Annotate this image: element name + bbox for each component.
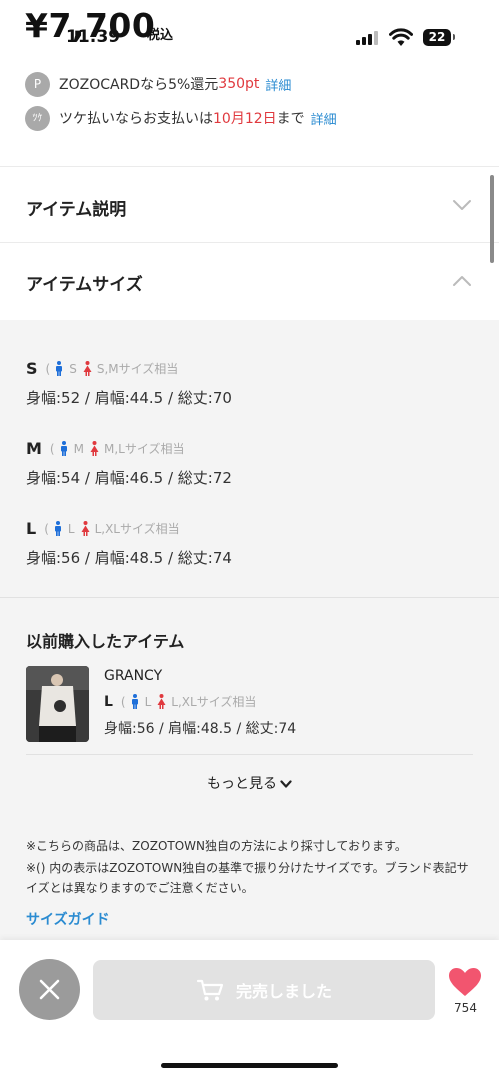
paren-open: ( xyxy=(45,361,51,376)
promo-detail-link[interactable]: 詳細 xyxy=(265,75,291,94)
divider xyxy=(0,166,499,167)
women-size: S,Mサイズ相当 xyxy=(96,362,179,376)
women-icon xyxy=(90,441,99,456)
wifi-icon xyxy=(389,28,413,46)
paren-open: ( xyxy=(49,441,55,456)
deferred-payment-icon: ﾂｹ xyxy=(25,105,50,131)
sold-out-button: 完売しました xyxy=(93,960,435,1020)
close-icon xyxy=(39,979,60,1000)
paren-open: ( xyxy=(44,521,49,536)
cart-icon xyxy=(196,979,224,1001)
women-size: M,Lサイズ相当 xyxy=(103,442,185,456)
chevron-down-icon xyxy=(280,779,292,788)
accordion-description-title[interactable]: アイテム説明 xyxy=(26,195,126,220)
women-icon xyxy=(81,521,90,536)
promo-row-zozocard: P ZOZOCARDなら5%還元 350pt 詳細 xyxy=(25,71,291,97)
size-row-m: M ( M M,Lサイズ相当 xyxy=(26,439,184,458)
past-item-image xyxy=(26,666,89,742)
divider xyxy=(26,754,473,755)
home-indicator xyxy=(161,1063,338,1068)
women-icon xyxy=(83,361,92,376)
past-purchase-title: 以前購入したアイテム xyxy=(26,632,185,651)
heart-icon[interactable] xyxy=(447,966,483,998)
size-row-l: L ( L L,XLサイズ相当 xyxy=(26,519,180,538)
size-name: M xyxy=(26,439,42,458)
points-icon: P xyxy=(25,71,50,97)
promo-text: ZOZOCARDなら5%還元 xyxy=(59,77,219,93)
promo-suffix: まで xyxy=(276,111,305,127)
men-size: L xyxy=(67,521,75,536)
past-item-thumbnail[interactable] xyxy=(26,666,89,742)
promo-text: ツケ払いならお支払いは xyxy=(59,111,213,127)
paren-open: ( xyxy=(120,694,126,709)
divider xyxy=(0,597,499,598)
men-size: M xyxy=(73,441,84,456)
men-icon xyxy=(54,521,61,536)
battery-icon: 22 xyxy=(423,29,451,46)
promo-row-tsuke: ﾂｹ ツケ払いならお支払いは 10月12日 まで 詳細 xyxy=(25,105,337,131)
status-bar: ¥7,700 税込 11:39 22 xyxy=(0,0,499,60)
men-size: L xyxy=(144,694,152,709)
close-button[interactable] xyxy=(19,959,80,1020)
men-icon xyxy=(60,441,67,456)
men-size: S xyxy=(69,361,77,376)
price-tax-label: 税込 xyxy=(147,28,174,43)
women-size: L,XLサイズ相当 xyxy=(171,695,257,709)
favorite-count: 754 xyxy=(454,1001,477,1015)
note-measurement: ※こちらの商品は、ZOZOTOWN独自の方法により採寸しております。 xyxy=(26,839,407,853)
show-more-button[interactable]: もっと見る xyxy=(0,773,499,793)
men-icon xyxy=(131,694,138,709)
battery-tip xyxy=(453,34,455,40)
past-item-size: L ( L L,XLサイズ相当 xyxy=(104,693,256,710)
chevron-up-icon[interactable] xyxy=(452,275,472,287)
status-time: 11:39 xyxy=(66,27,121,47)
size-measurements: 身幅:56 / 肩幅:48.5 / 総丈:74 xyxy=(26,549,232,567)
show-more-label: もっと見る xyxy=(207,776,277,792)
note-size-mapping: ※() 内の表示はZOZOTOWN独自の基準で振り分けたサイズです。ブランド表記… xyxy=(26,861,469,895)
size-name: L xyxy=(104,693,113,710)
scrollbar-thumb[interactable] xyxy=(490,175,494,263)
promo-highlight: 350pt xyxy=(218,76,260,92)
past-item-brand[interactable]: GRANCY xyxy=(104,668,162,684)
cellular-signal-icon xyxy=(356,30,380,45)
men-icon xyxy=(56,361,63,376)
women-icon xyxy=(157,694,166,709)
size-measurements: 身幅:54 / 肩幅:46.5 / 総丈:72 xyxy=(26,469,232,487)
size-measurements: 身幅:52 / 肩幅:44.5 / 総丈:70 xyxy=(26,389,232,407)
size-row-s: S ( S S,Mサイズ相当 xyxy=(26,359,178,378)
sold-out-label: 完売しました xyxy=(235,982,332,1001)
women-size: L,XLサイズ相当 xyxy=(94,522,180,536)
accordion-size-title[interactable]: アイテムサイズ xyxy=(26,270,143,295)
past-item-measurements: 身幅:56 / 肩幅:48.5 / 総丈:74 xyxy=(104,721,297,737)
divider xyxy=(0,242,499,243)
size-name: L xyxy=(26,519,37,538)
size-name: S xyxy=(26,359,38,378)
size-guide-link[interactable]: サイズガイド xyxy=(26,909,110,929)
chevron-down-icon[interactable] xyxy=(452,199,472,211)
promo-highlight: 10月12日 xyxy=(213,111,277,127)
promo-detail-link[interactable]: 詳細 xyxy=(311,109,337,128)
